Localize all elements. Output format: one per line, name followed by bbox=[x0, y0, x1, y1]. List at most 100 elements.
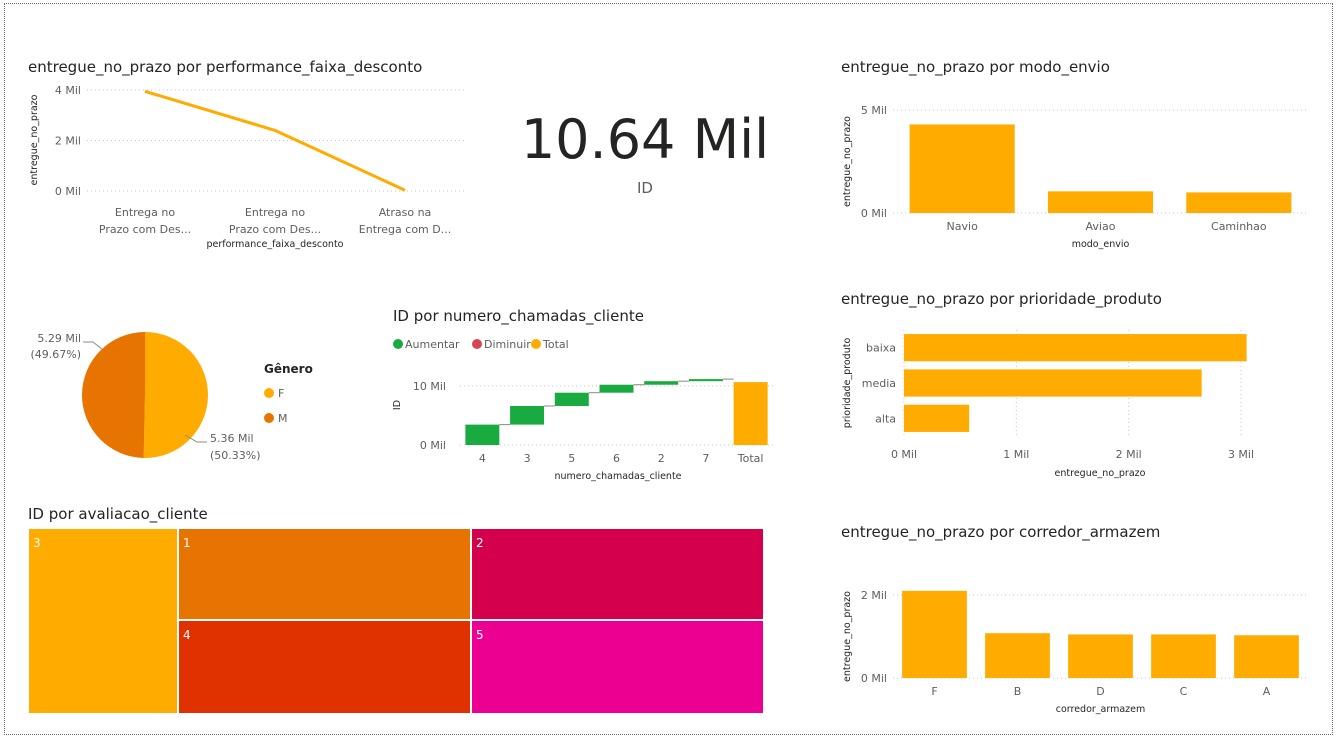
bar-increase bbox=[510, 406, 545, 425]
title-line-faixa: entregue_no_prazo por performance_faixa_… bbox=[28, 58, 423, 76]
bar-d bbox=[1068, 634, 1133, 678]
y-tick-label: 0 Mil bbox=[861, 207, 887, 220]
x-tick-label: 3 bbox=[524, 452, 531, 465]
y-tick-label: 2 Mil bbox=[861, 589, 887, 602]
line-chart-faixa[interactable]: 0 Mil 2 Mil 4 Mil Entrega no Prazo com Des..… bbox=[25, 78, 475, 253]
leader-line bbox=[83, 341, 104, 351]
kpi-card-label: ID bbox=[637, 179, 653, 197]
treemap-label: 5 bbox=[476, 628, 484, 642]
x-tick-label: A bbox=[1263, 685, 1271, 698]
hbar-chart-prioridade[interactable]: 0 Mil 1 Mil 2 Mil 3 Mil baixa media alta entreg… bbox=[838, 318, 1318, 488]
legend-label: Aumentar bbox=[405, 338, 460, 351]
legend-label: M bbox=[278, 412, 288, 425]
treemap-label: 3 bbox=[33, 536, 41, 550]
x-tick-label: Caminhao bbox=[1211, 220, 1267, 233]
x-axis-title: performance_faixa_desconto bbox=[206, 239, 343, 250]
x-tick-label: B bbox=[1014, 685, 1022, 698]
y-axis-title: prioridade_produto bbox=[842, 338, 853, 429]
treemap-tile-3 bbox=[27, 527, 179, 715]
bar-increase bbox=[465, 424, 500, 445]
bar-a bbox=[1234, 635, 1299, 678]
y-tick-label: baixa bbox=[866, 342, 896, 355]
data-label: 5.29 Mil bbox=[37, 332, 81, 345]
x-tick-label: 4 bbox=[479, 452, 486, 465]
treemap-label: 1 bbox=[183, 536, 191, 550]
pie-slice-m bbox=[81, 332, 145, 458]
legend-marker bbox=[264, 413, 274, 423]
waterfall-chart-chamadas[interactable]: 0 Mil 10 Mil Aumentar Diminuir Total 4 3 5 6 2 7 To… bbox=[388, 330, 788, 490]
x-tick-label: 2 bbox=[658, 452, 665, 465]
treemap-avaliacao[interactable]: 3 1 2 4 5 bbox=[27, 527, 765, 715]
data-label: 5.36 Mil bbox=[210, 432, 254, 445]
kpi-card-value: 10.64 Mil bbox=[520, 108, 770, 171]
pie-slice-f bbox=[143, 332, 208, 458]
x-tick-label: Entrega no bbox=[245, 206, 305, 219]
x-tick-label: C bbox=[1180, 685, 1188, 698]
legend-label: Total bbox=[542, 338, 569, 351]
x-axis-title: numero_chamadas_cliente bbox=[554, 471, 681, 482]
legend-title: Gênero bbox=[264, 362, 313, 376]
treemap-tile-4 bbox=[177, 619, 472, 715]
bar-total bbox=[733, 382, 768, 445]
y-tick-label: 0 Mil bbox=[55, 185, 81, 198]
x-axis-title: entregue_no_prazo bbox=[1055, 468, 1146, 479]
y-tick-label: 4 Mil bbox=[55, 84, 81, 97]
x-tick-label: 5 bbox=[568, 452, 575, 465]
x-tick-label: Prazo com Des... bbox=[99, 223, 191, 236]
x-tick-label: 0 Mil bbox=[891, 448, 917, 461]
bar-increase bbox=[688, 379, 723, 382]
data-label: (49.67%) bbox=[30, 348, 81, 361]
bar-increase bbox=[644, 381, 679, 385]
bar-chart-corredor[interactable]: 0 Mil 2 Mil F B D C Acorredor_armazem entregue_… bbox=[838, 565, 1318, 725]
x-tick-label: F bbox=[931, 685, 937, 698]
bar-caminhao bbox=[1186, 192, 1292, 213]
x-axis-title: corredor_armazem bbox=[1056, 704, 1146, 715]
y-tick-label: media bbox=[862, 377, 896, 390]
report-canvas: entregue_no_prazo por performance_faixa_… bbox=[0, 0, 1339, 740]
bar-increase bbox=[599, 384, 634, 393]
title-waterfall: ID por numero_chamadas_cliente bbox=[393, 307, 644, 325]
title-treemap: ID por avaliacao_cliente bbox=[28, 505, 208, 523]
x-tick-label: 3 Mil bbox=[1228, 448, 1254, 461]
y-tick-label: alta bbox=[875, 412, 896, 425]
bar-increase bbox=[554, 392, 589, 406]
y-axis-title: entregue_no_prazo bbox=[842, 591, 853, 682]
treemap-tile-2 bbox=[470, 527, 765, 621]
bar-alta bbox=[904, 404, 970, 432]
legend-marker bbox=[264, 388, 274, 398]
x-tick-label: Entrega com D... bbox=[359, 223, 451, 236]
legend-label: Diminuir bbox=[484, 338, 531, 351]
treemap-tile-1 bbox=[177, 527, 472, 621]
x-tick-label: 6 bbox=[613, 452, 620, 465]
bar-c bbox=[1151, 634, 1216, 678]
data-label: (50.33%) bbox=[210, 449, 261, 462]
y-tick-label: 0 Mil bbox=[861, 672, 887, 685]
x-tick-label: D bbox=[1096, 685, 1104, 698]
y-axis-title: entregue_no_prazo bbox=[842, 116, 853, 207]
bar-media bbox=[904, 369, 1202, 397]
x-tick-label: 1 Mil bbox=[1003, 448, 1029, 461]
legend-marker bbox=[531, 339, 541, 349]
x-tick-label: Entrega no bbox=[115, 206, 175, 219]
y-tick-label: 2 Mil bbox=[55, 135, 81, 148]
pie-chart-genero[interactable]: 5.36 Mil (50.33%) 5.29 Mil (49.67%) Gênero FM bbox=[25, 320, 345, 475]
x-axis-title: modo_envio bbox=[1072, 239, 1130, 250]
treemap-tile-5 bbox=[470, 619, 765, 715]
y-tick-label: 0 Mil bbox=[420, 439, 446, 452]
x-tick-label: 2 Mil bbox=[1116, 448, 1142, 461]
title-bar-corredor: entregue_no_prazo por corredor_armazem bbox=[841, 523, 1161, 541]
bar-chart-envio[interactable]: 0 Mil 5 Mil Navio Aviao Caminhao modo_envio en… bbox=[838, 95, 1318, 255]
y-tick-label: 10 Mil bbox=[413, 380, 446, 393]
x-tick-label: Atraso na bbox=[379, 206, 432, 219]
legend-label: F bbox=[278, 387, 284, 400]
legend-marker bbox=[393, 339, 403, 349]
y-axis-title: entregue_no_prazo bbox=[29, 94, 40, 185]
legend-marker bbox=[472, 339, 482, 349]
treemap-label: 2 bbox=[476, 536, 484, 550]
x-tick-label: 7 bbox=[702, 452, 709, 465]
x-tick-label: Prazo com Des... bbox=[229, 223, 321, 236]
x-tick-label: Navio bbox=[947, 220, 979, 233]
bar-baixa bbox=[904, 334, 1247, 362]
treemap-label: 4 bbox=[183, 628, 191, 642]
title-hbar-prioridade: entregue_no_prazo por prioridade_produto bbox=[841, 290, 1162, 308]
